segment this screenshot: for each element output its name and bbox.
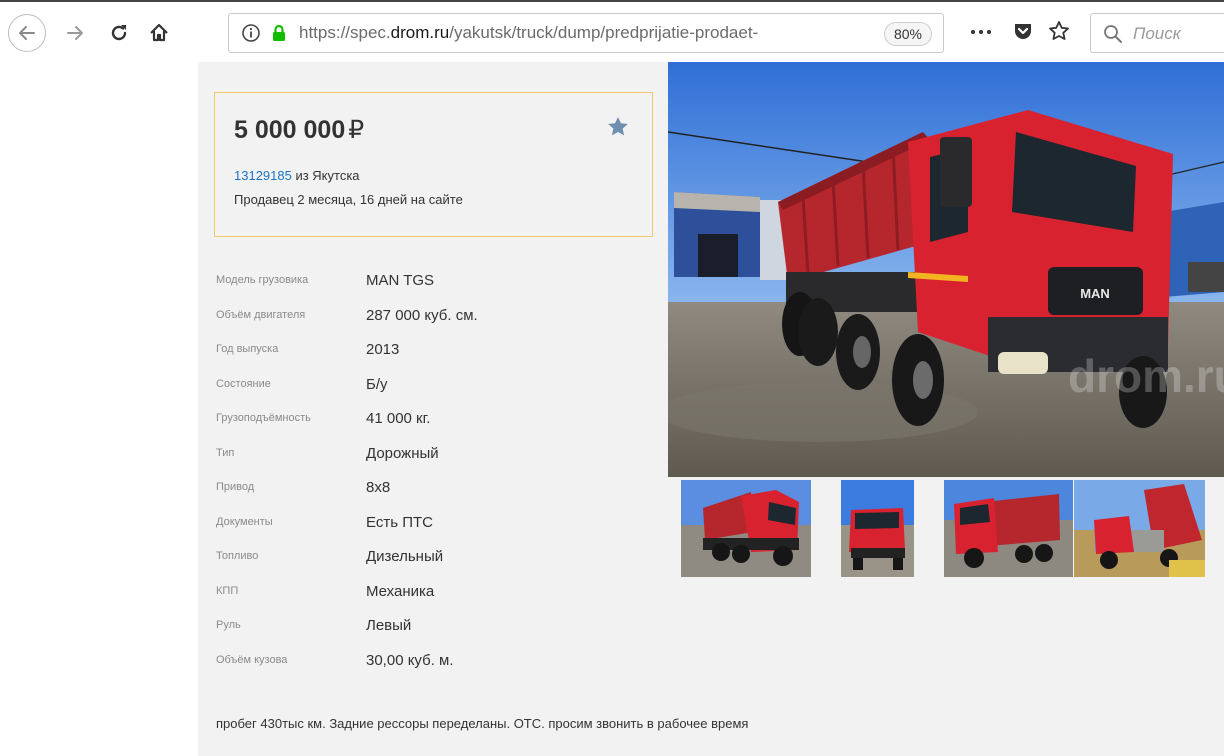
more-dots-icon	[971, 30, 991, 34]
spec-row: КПП Механика	[216, 573, 656, 608]
url-fade	[789, 23, 829, 43]
spec-row: Объём кузова 30,00 куб. м.	[216, 642, 656, 677]
url-prefix: https://spec.	[299, 23, 391, 42]
bookmark-button[interactable]	[1046, 18, 1072, 44]
spec-label: Тип	[216, 446, 235, 459]
spec-value: 2013	[366, 341, 400, 358]
home-icon	[150, 23, 168, 42]
page-actions-button[interactable]	[966, 20, 996, 44]
reload-button[interactable]	[104, 18, 134, 48]
thumbnail-3[interactable]	[944, 480, 1073, 577]
ad-info: 13129185 из Якутска	[234, 168, 360, 183]
browser-toolbar: https://spec.drom.ru/yakutsk/truck/dump/…	[0, 0, 1224, 62]
thumbnail-4[interactable]	[1074, 480, 1205, 577]
spec-value: Механика	[366, 582, 435, 600]
search-input[interactable]: Поиск	[1090, 13, 1224, 53]
truck-thumbnail	[944, 480, 1073, 577]
spec-row: Модель грузовика MAN TGS	[216, 262, 656, 297]
home-button[interactable]	[144, 18, 174, 48]
listing-page: 5 000 000 ₽ 13129185 из Якутска Продавец …	[198, 62, 1224, 756]
bookmark-star-icon	[1049, 21, 1069, 40]
spec-value: Дорожный	[366, 444, 439, 462]
favorite-star-icon[interactable]	[606, 115, 630, 139]
spec-value: Дизельный	[366, 548, 444, 565]
price-card: 5 000 000 ₽ 13129185 из Якутска Продавец …	[214, 92, 653, 237]
spec-label: Объём двигателя	[216, 308, 306, 321]
currency-symbol: ₽	[348, 116, 365, 144]
spec-label: Документы	[216, 515, 273, 528]
main-photo[interactable]: MAN drom.ru	[668, 62, 1224, 477]
spec-value: MAN TGS	[366, 272, 435, 289]
thumbnail-strip	[668, 480, 1224, 578]
ad-location: из Якутска	[291, 168, 360, 183]
truck-logo: MAN	[1080, 286, 1110, 301]
spec-value: Есть ПТС	[366, 513, 433, 531]
arrow-left-icon	[19, 26, 35, 40]
arrow-right-icon	[67, 26, 83, 40]
spec-table: Модель грузовика MAN TGS Объём двигателя 2…	[216, 262, 656, 676]
forward-button[interactable]	[60, 18, 90, 48]
truck-photo: MAN drom.ru	[668, 62, 1224, 477]
truck-thumbnail	[1074, 480, 1205, 577]
spec-row: Топливо Дизельный	[216, 538, 656, 573]
search-placeholder: Поиск	[1133, 24, 1181, 43]
spec-label: Привод	[216, 481, 255, 493]
pocket-button[interactable]	[1010, 18, 1036, 44]
spec-row: Руль Левый	[216, 607, 656, 642]
price: 5 000 000 ₽	[234, 115, 364, 145]
spec-value: Б/у	[366, 375, 388, 393]
price-value: 5 000 000	[234, 116, 346, 144]
lock-icon[interactable]	[269, 23, 289, 43]
spec-value: 30,00 куб. м.	[366, 651, 454, 669]
toolbar-top-edge	[0, 0, 1224, 2]
spec-value: 287 000 куб. см.	[366, 306, 478, 324]
spec-label: КПП	[216, 584, 239, 597]
seller-info: Продавец 2 месяца, 16 дней на сайте	[234, 192, 463, 207]
search-icon	[1104, 25, 1122, 43]
thumbnail-2[interactable]	[841, 480, 914, 577]
spec-row: Тип Дорожный	[216, 435, 656, 470]
listing-description: пробег 430тыс км. Задние рессоры передел…	[216, 716, 749, 731]
spec-label: Состояние	[216, 377, 271, 390]
info-icon[interactable]	[241, 23, 261, 43]
spec-label: Руль	[216, 619, 241, 631]
spec-label: Объём кузова	[216, 653, 288, 666]
address-bar[interactable]: https://spec.drom.ru/yakutsk/truck/dump/…	[228, 13, 944, 53]
spec-label: Модель грузовика	[216, 274, 309, 286]
pocket-icon	[1015, 24, 1031, 39]
reload-icon	[111, 25, 127, 41]
watermark: drom.ru	[1068, 350, 1224, 402]
spec-label: Год выпуска	[216, 343, 279, 355]
thumbnail-1[interactable]	[681, 480, 811, 577]
spec-row: Год выпуска 2013	[216, 331, 656, 366]
spec-value: 41 000 кг.	[366, 410, 431, 427]
spec-row: Объём двигателя 287 000 куб. см.	[216, 297, 656, 332]
ad-id-link[interactable]: 13129185	[234, 168, 292, 183]
url-text[interactable]: https://spec.drom.ru/yakutsk/truck/dump/…	[299, 23, 829, 43]
spec-row: Состояние Б/у	[216, 366, 656, 401]
url-path: /yakutsk/truck/dump/predprijatie-prodaet…	[449, 23, 759, 42]
spec-label: Грузоподъёмность	[216, 412, 311, 424]
spec-row: Привод 8x8	[216, 469, 656, 504]
zoom-indicator[interactable]: 80%	[884, 22, 932, 46]
truck-thumbnail	[681, 480, 811, 577]
spec-value: 8x8	[366, 479, 391, 496]
spec-value: Левый	[366, 617, 412, 634]
spec-row: Документы Есть ПТС	[216, 504, 656, 539]
truck-thumbnail	[841, 480, 914, 577]
spec-row: Грузоподъёмность 41 000 кг.	[216, 400, 656, 435]
url-domain: drom.ru	[390, 23, 450, 42]
spec-label: Топливо	[216, 550, 259, 562]
back-button[interactable]	[8, 14, 46, 52]
